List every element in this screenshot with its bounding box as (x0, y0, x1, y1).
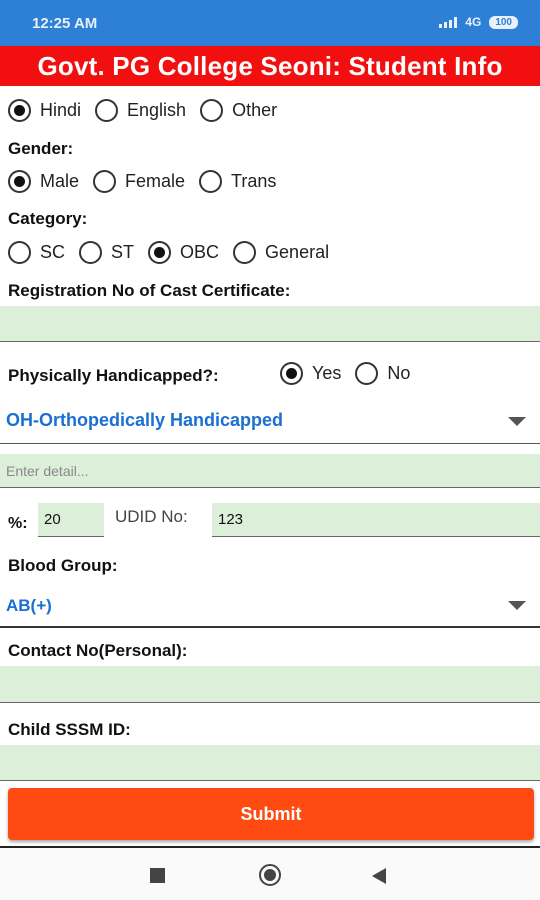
category-radio-group: SC ST OBC General (8, 241, 343, 264)
recents-icon[interactable] (150, 868, 165, 883)
radio-no[interactable]: No (355, 362, 410, 385)
handicapped-label: Physically Handicapped?: (8, 366, 219, 385)
status-time: 12:25 AM (32, 15, 98, 32)
radio-unchecked-icon (233, 241, 257, 264)
handicap-type-dropdown[interactable]: OH-Orthopedically Handicapped (0, 398, 540, 444)
radio-label: Male (40, 171, 80, 191)
radio-unchecked-icon (8, 241, 31, 264)
battery-level: 100 (495, 16, 512, 28)
language-radio-group: Hindi English Other (8, 99, 291, 122)
percent-label: %: (8, 515, 28, 532)
status-icons: 4G 100 (439, 15, 518, 29)
detail-input[interactable] (0, 454, 540, 487)
radio-label: OBC (180, 242, 220, 262)
blood-group-label: Blood Group: (8, 556, 118, 575)
radio-unchecked-icon (79, 241, 103, 264)
radio-yes[interactable]: Yes (280, 362, 341, 385)
radio-female[interactable]: Female (93, 170, 185, 193)
registration-field (0, 306, 540, 342)
radio-label: English (127, 100, 187, 120)
handicap-type-value: OH-Orthopedically Handicapped (6, 410, 284, 430)
radio-label: Female (125, 171, 186, 191)
udid-label: UDID No: (115, 507, 188, 526)
registration-label: Registration No of Cast Certificate: (8, 281, 291, 300)
radio-general[interactable]: General (233, 241, 329, 264)
radio-checked-icon (148, 241, 172, 264)
radio-male[interactable]: Male (8, 170, 79, 193)
gender-label: Gender: (8, 139, 74, 158)
radio-label: Other (232, 100, 278, 120)
radio-sc[interactable]: SC (8, 241, 65, 264)
contact-label: Contact No(Personal): (8, 641, 188, 660)
radio-checked-icon (280, 362, 303, 385)
child-sssm-field (0, 745, 540, 781)
app-title: Govt. PG College Seoni: Student Info (0, 46, 540, 86)
radio-st[interactable]: ST (79, 241, 134, 264)
submit-button[interactable]: Submit (8, 788, 534, 840)
home-icon[interactable] (259, 864, 281, 886)
detail-field (0, 454, 540, 488)
blood-group-value: AB(+) (6, 596, 52, 615)
radio-checked-icon (8, 170, 31, 193)
dropdown-arrow-icon (508, 601, 526, 610)
system-nav-bar (0, 848, 540, 900)
battery-icon: 100 (489, 15, 518, 29)
child-sssm-input[interactable] (0, 745, 540, 780)
radio-label: ST (111, 242, 135, 262)
radio-label: SC (40, 242, 66, 262)
handicapped-radio-group: Yes No (280, 362, 424, 385)
radio-unchecked-icon (200, 99, 224, 122)
radio-english[interactable]: English (95, 99, 186, 122)
contact-field (0, 666, 540, 703)
network-type: 4G (465, 15, 482, 29)
category-label: Category: (8, 209, 88, 228)
blood-group-dropdown[interactable]: AB(+) (0, 582, 540, 628)
radio-trans[interactable]: Trans (199, 170, 276, 193)
child-sssm-label: Child SSSM ID: (8, 720, 131, 739)
radio-label: General (265, 242, 330, 262)
percent-field (38, 503, 104, 537)
udid-field (212, 503, 540, 537)
radio-hindi[interactable]: Hindi (8, 99, 81, 122)
back-icon[interactable] (372, 868, 386, 884)
udid-input[interactable] (212, 503, 540, 536)
signal-icon (439, 16, 458, 28)
radio-checked-icon (8, 99, 31, 122)
radio-unchecked-icon (93, 170, 117, 193)
radio-unchecked-icon (199, 170, 223, 193)
radio-unchecked-icon (355, 362, 379, 385)
contact-input[interactable] (0, 666, 540, 702)
radio-label: Yes (312, 363, 342, 383)
status-bar: 12:25 AM 4G 100 (0, 0, 540, 46)
gender-radio-group: Male Female Trans (8, 170, 290, 193)
radio-label: Trans (231, 171, 277, 191)
registration-input[interactable] (0, 306, 540, 341)
radio-other[interactable]: Other (200, 99, 277, 122)
radio-unchecked-icon (95, 99, 119, 122)
radio-obc[interactable]: OBC (148, 241, 219, 264)
radio-label: No (387, 363, 411, 383)
dropdown-arrow-icon (508, 417, 526, 426)
radio-label: Hindi (40, 100, 82, 120)
percent-input[interactable] (38, 503, 104, 536)
